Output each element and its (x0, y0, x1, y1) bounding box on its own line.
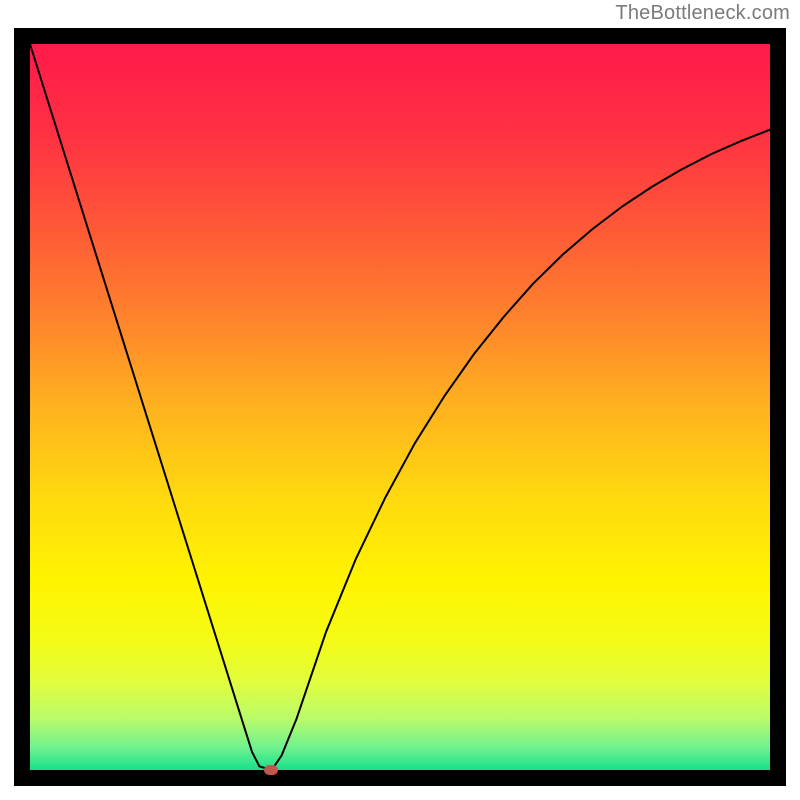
current-point-marker (264, 765, 278, 775)
bottleneck-curve (30, 44, 770, 770)
curve-path (30, 44, 770, 769)
attribution-label: TheBottleneck.com (615, 2, 790, 25)
chart-container: TheBottleneck.com (0, 0, 800, 800)
plot-frame (14, 28, 786, 786)
